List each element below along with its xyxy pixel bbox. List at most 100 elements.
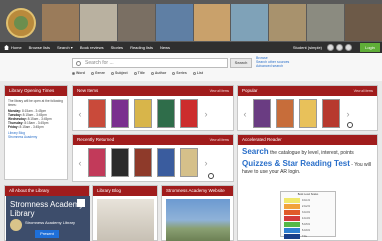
nav-search[interactable]: Search ▾ <box>57 45 73 50</box>
opening-times-title: Library Opening Times <box>5 86 67 96</box>
level-swatch <box>284 227 300 233</box>
hours: 8:15am - 3:45pm <box>19 125 44 129</box>
share-icon[interactable] <box>77 199 85 207</box>
search-options: Word Genre Subject Title Author Series L… <box>72 71 203 75</box>
library-blog-panel: Library Blog <box>92 185 158 241</box>
login-button[interactable]: Login <box>360 43 380 52</box>
nav-home[interactable]: Home <box>11 45 22 50</box>
advanced-search-link[interactable]: Advanced search <box>256 64 289 68</box>
book-cover[interactable] <box>134 148 152 177</box>
view-all-link[interactable]: View all items <box>210 135 229 145</box>
search-button[interactable]: Search <box>230 58 252 68</box>
recently-returned-panel: Recently Returned View all items ‹ › <box>72 134 234 182</box>
book-cover[interactable] <box>157 148 175 177</box>
book-cover[interactable] <box>88 99 106 128</box>
book-cover[interactable] <box>134 99 152 128</box>
accessibility-icon[interactable] <box>345 44 352 51</box>
header-photo <box>117 4 155 41</box>
radio-icon <box>72 71 75 75</box>
option-label: Word <box>76 71 85 75</box>
new-items-panel: New Items View all items ‹ › <box>72 85 234 131</box>
stromness-academy-link[interactable]: Stromness Academy <box>8 135 64 139</box>
header-photo <box>307 4 345 41</box>
library-blog-title: Library Blog <box>93 186 157 196</box>
present-button[interactable]: Present <box>35 230 59 238</box>
book-cover[interactable] <box>88 148 106 177</box>
popular-panel: Popular View all items ‹ › <box>237 85 378 131</box>
view-all-link[interactable]: View all items <box>210 86 229 96</box>
about-library-title: All About the Library <box>5 186 89 196</box>
channel-avatar <box>10 219 22 231</box>
header-banner <box>0 0 382 42</box>
chevron-right-icon[interactable]: › <box>345 109 351 119</box>
option-label: Author <box>154 71 167 75</box>
level-range: 2.0-2.9 <box>302 204 310 208</box>
pause-icon[interactable] <box>208 173 214 179</box>
level-swatch <box>284 209 300 215</box>
nav-news[interactable]: News <box>160 45 170 50</box>
pause-icon[interactable] <box>347 122 353 128</box>
nav-browse-lists[interactable]: Browse lists <box>29 45 50 50</box>
book-cover[interactable] <box>253 99 271 128</box>
ar-quiz-text: Quizzes & Star Reading Test - You will h… <box>238 157 377 176</box>
header-photo <box>231 4 269 41</box>
panel-title: Popular <box>242 88 258 93</box>
accelerated-reader-title: Accelerated Reader <box>238 135 377 145</box>
search-icon <box>76 61 81 66</box>
option-word[interactable]: Word <box>72 71 85 75</box>
book-cover[interactable] <box>322 99 340 128</box>
option-series[interactable]: Series <box>172 71 187 75</box>
book-level-scale: Book Level Scales 0.0-1.9 2.0-2.9 3.0-3.9 4… <box>280 191 336 239</box>
chevron-right-icon[interactable]: › <box>203 158 209 168</box>
level-range: 6.0-6.9 <box>302 228 310 232</box>
recently-returned-title: Recently Returned View all items <box>73 135 233 145</box>
option-subject[interactable]: Subject <box>111 71 128 75</box>
search-links: Browse Search other sources Advanced sea… <box>256 56 289 68</box>
option-label: Subject <box>115 71 128 75</box>
header-photo <box>42 4 79 41</box>
website-image[interactable] <box>166 199 230 241</box>
header-photo <box>345 4 382 41</box>
option-author[interactable]: Author <box>150 71 167 75</box>
blog-image[interactable] <box>97 199 154 241</box>
chevron-left-icon[interactable]: ‹ <box>77 109 83 119</box>
popular-title: Popular View all items <box>238 86 377 96</box>
view-all-link[interactable]: View all items <box>354 86 373 96</box>
book-cover[interactable] <box>299 99 317 128</box>
option-genre[interactable]: Genre <box>90 71 105 75</box>
book-cover[interactable] <box>276 99 294 128</box>
nav-reading-lists[interactable]: Reading lists <box>130 45 153 50</box>
library-logo[interactable] <box>6 8 36 38</box>
panel-title: Recently Returned <box>77 137 115 142</box>
level-swatch <box>284 215 300 221</box>
option-list[interactable]: List <box>192 71 203 75</box>
accelerated-reader-panel: Accelerated Reader Search the catalogue … <box>237 134 378 241</box>
home-icon[interactable] <box>4 45 9 50</box>
header-photo <box>79 4 117 41</box>
radio-icon <box>90 71 94 75</box>
level-swatch <box>284 203 300 209</box>
book-cover[interactable] <box>111 148 129 177</box>
option-title[interactable]: Title <box>133 71 145 75</box>
help-icon[interactable] <box>336 44 343 51</box>
user-area: Student (simple) <box>293 44 352 51</box>
chevron-left-icon[interactable]: ‹ <box>242 109 248 119</box>
level-range: 4.0-4.9 <box>302 216 310 220</box>
header-photo-strip <box>42 4 382 41</box>
book-cover[interactable] <box>111 99 129 128</box>
nav-book-reviews[interactable]: Book reviews <box>80 45 104 50</box>
ar-quiz-link[interactable]: Quizzes & Star Reading Test <box>242 159 350 168</box>
ar-search-link[interactable]: Search <box>242 147 269 156</box>
book-cover[interactable] <box>180 148 198 177</box>
search-input[interactable]: Search for ... <box>72 58 228 68</box>
header-photo <box>269 4 307 41</box>
settings-icon[interactable] <box>327 44 334 51</box>
nav-stories[interactable]: Stories <box>111 45 123 50</box>
option-label: Series <box>176 71 187 75</box>
opening-times-panel: Library Opening Times The library will b… <box>4 85 68 180</box>
user-name[interactable]: Student (simple) <box>293 45 322 50</box>
chevron-left-icon[interactable]: ‹ <box>77 158 83 168</box>
book-cover[interactable] <box>180 99 198 128</box>
chevron-right-icon[interactable]: › <box>203 109 209 119</box>
book-cover[interactable] <box>157 99 175 128</box>
